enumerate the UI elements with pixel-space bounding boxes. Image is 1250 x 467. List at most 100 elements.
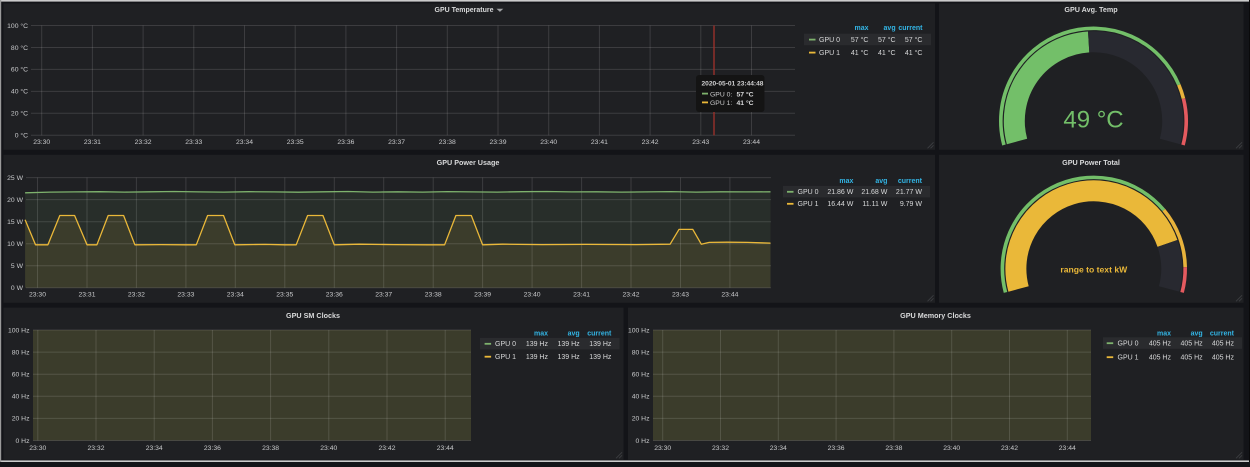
svg-text:GPU 0: GPU 0	[495, 341, 516, 348]
svg-text:23:31: 23:31	[84, 139, 101, 146]
svg-text:23:32: 23:32	[87, 445, 104, 452]
svg-text:23:44: 23:44	[437, 445, 454, 452]
svg-text:23:40: 23:40	[320, 445, 337, 452]
svg-text:405 Hz: 405 Hz	[1149, 355, 1172, 362]
svg-text:GPU SM Clocks: GPU SM Clocks	[286, 311, 340, 320]
svg-text:23:35: 23:35	[276, 292, 293, 299]
svg-text:23:41: 23:41	[573, 292, 590, 299]
svg-text:20 °C: 20 °C	[11, 110, 28, 118]
svg-text:23:38: 23:38	[262, 445, 279, 452]
svg-text:23:35: 23:35	[287, 139, 304, 146]
svg-text:23:38: 23:38	[439, 139, 456, 146]
svg-text:20 Hz: 20 Hz	[632, 416, 650, 423]
svg-text:23:42: 23:42	[1001, 445, 1018, 452]
svg-text:21.86 W: 21.86 W	[827, 189, 853, 196]
svg-text:GPU Memory Clocks: GPU Memory Clocks	[900, 311, 971, 320]
svg-text:23:38: 23:38	[425, 292, 442, 299]
svg-text:max: max	[1157, 330, 1171, 337]
svg-text:current: current	[587, 330, 612, 337]
svg-text:GPU 1:: GPU 1:	[710, 100, 732, 107]
svg-text:GPU 1: GPU 1	[819, 50, 840, 57]
svg-text:23:43: 23:43	[672, 292, 689, 299]
svg-text:current: current	[898, 178, 923, 185]
svg-text:80 Hz: 80 Hz	[632, 349, 650, 356]
svg-text:23:40: 23:40	[524, 292, 541, 299]
svg-text:40 Hz: 40 Hz	[12, 394, 30, 401]
svg-text:139 Hz: 139 Hz	[558, 341, 581, 348]
svg-text:60 Hz: 60 Hz	[632, 372, 650, 379]
svg-text:23:39: 23:39	[489, 139, 506, 146]
svg-text:23:43: 23:43	[692, 139, 709, 146]
svg-text:GPU Avg. Temp: GPU Avg. Temp	[1064, 5, 1118, 14]
svg-text:49 °C: 49 °C	[1063, 107, 1123, 134]
svg-text:0 W: 0 W	[11, 285, 24, 292]
svg-text:57 °C: 57 °C	[878, 36, 896, 44]
svg-text:GPU Temperature: GPU Temperature	[435, 7, 494, 14]
svg-text:23:42: 23:42	[378, 445, 395, 452]
svg-text:10 W: 10 W	[7, 241, 23, 248]
svg-text:40 Hz: 40 Hz	[632, 394, 650, 401]
svg-text:25 W: 25 W	[7, 175, 23, 182]
svg-text:GPU 0: GPU 0	[819, 37, 840, 44]
svg-text:23:44: 23:44	[1059, 445, 1076, 452]
svg-text:9.79 W: 9.79 W	[900, 201, 923, 208]
svg-text:GPU 0: GPU 0	[1118, 341, 1139, 348]
svg-text:GPU 1: GPU 1	[798, 201, 819, 208]
svg-text:139 Hz: 139 Hz	[526, 354, 549, 361]
svg-text:23:34: 23:34	[770, 445, 787, 452]
svg-text:16.44 W: 16.44 W	[827, 201, 853, 208]
svg-text:23:32: 23:32	[135, 139, 152, 146]
svg-text:0 Hz: 0 Hz	[16, 438, 31, 445]
svg-text:139 Hz: 139 Hz	[558, 354, 581, 361]
svg-text:5 W: 5 W	[11, 263, 24, 270]
svg-text:23:34: 23:34	[146, 445, 163, 452]
svg-text:23:36: 23:36	[828, 445, 845, 452]
svg-text:60 °C: 60 °C	[11, 66, 28, 74]
svg-text:GPU 0: GPU 0	[798, 189, 819, 196]
svg-text:57 °C: 57 °C	[737, 90, 754, 98]
svg-text:23:34: 23:34	[227, 292, 244, 299]
svg-text:GPU Power Usage: GPU Power Usage	[437, 158, 500, 167]
svg-text:23:33: 23:33	[185, 139, 202, 146]
svg-text:100 °C: 100 °C	[7, 22, 28, 30]
svg-text:23:44: 23:44	[743, 139, 760, 146]
svg-text:57 °C: 57 °C	[851, 36, 869, 44]
svg-text:20 Hz: 20 Hz	[12, 416, 30, 423]
svg-text:current: current	[1210, 330, 1235, 337]
svg-text:100 Hz: 100 Hz	[628, 327, 650, 334]
svg-text:23:34: 23:34	[236, 139, 253, 146]
svg-text:max: max	[534, 330, 548, 337]
svg-text:41 °C: 41 °C	[905, 49, 923, 57]
svg-text:23:37: 23:37	[388, 139, 405, 146]
svg-text:avg: avg	[875, 178, 887, 185]
svg-text:23:39: 23:39	[474, 292, 491, 299]
svg-text:23:40: 23:40	[540, 139, 557, 146]
svg-text:max: max	[854, 25, 868, 32]
svg-text:405 Hz: 405 Hz	[1212, 355, 1235, 362]
svg-text:139 Hz: 139 Hz	[589, 354, 612, 361]
svg-text:21.77 W: 21.77 W	[896, 189, 922, 196]
svg-text:23:44: 23:44	[721, 292, 738, 299]
svg-text:23:40: 23:40	[943, 445, 960, 452]
svg-text:21.68 W: 21.68 W	[861, 189, 887, 196]
svg-text:23:30: 23:30	[29, 292, 46, 299]
svg-text:41 °C: 41 °C	[851, 49, 869, 57]
svg-text:23:42: 23:42	[642, 139, 659, 146]
svg-text:GPU 1: GPU 1	[495, 354, 516, 361]
svg-text:405 Hz: 405 Hz	[1149, 341, 1172, 348]
svg-text:23:36: 23:36	[337, 139, 354, 146]
svg-text:23:33: 23:33	[177, 292, 194, 299]
svg-text:23:30: 23:30	[29, 445, 46, 452]
svg-text:57 °C: 57 °C	[905, 36, 923, 44]
svg-text:23:36: 23:36	[326, 292, 343, 299]
svg-text:405 Hz: 405 Hz	[1212, 341, 1235, 348]
svg-text:GPU 0:: GPU 0:	[710, 91, 732, 98]
svg-text:23:32: 23:32	[712, 445, 729, 452]
svg-text:avg: avg	[1191, 330, 1203, 337]
svg-text:41 °C: 41 °C	[737, 99, 754, 107]
svg-text:11.11 W: 11.11 W	[862, 201, 887, 208]
svg-text:23:41: 23:41	[591, 139, 608, 146]
svg-text:23:38: 23:38	[885, 445, 902, 452]
svg-text:current: current	[898, 25, 923, 32]
svg-text:23:32: 23:32	[128, 292, 145, 299]
